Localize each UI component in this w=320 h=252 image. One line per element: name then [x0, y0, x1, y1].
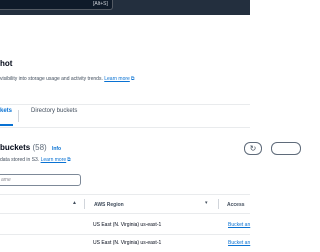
external-link-icon: ⧉ [130, 76, 135, 82]
cell-aws-region: US East (N. Virginia) us-east-1 [93, 240, 162, 246]
table-header [0, 195, 250, 213]
buckets-heading: buckets (58) Info [0, 143, 61, 152]
refresh-icon: ↻ [249, 144, 257, 153]
buckets-description: data stored in S3. Learn more⧉ [0, 157, 71, 163]
storage-lens-learn-more-link[interactable]: Learn more [104, 76, 130, 82]
storage-lens-title: hot [0, 59, 13, 68]
storage-lens-description-text: visibility into storage usage and activi… [0, 76, 103, 82]
sort-ascending-icon[interactable]: ▲ [72, 200, 77, 206]
tab-separator [18, 110, 19, 122]
cell-access[interactable]: Bucket an [228, 222, 250, 228]
buckets-description-text: data stored in S3. [0, 157, 40, 163]
buckets-learn-more-link[interactable]: Learn more [41, 157, 67, 163]
global-search-box[interactable]: [Alt+S] [0, 0, 113, 10]
buckets-title: buckets [0, 143, 31, 152]
refresh-button[interactable]: ↻ [244, 142, 262, 155]
column-separator[interactable] [84, 199, 85, 209]
buckets-count: (58) [32, 143, 47, 152]
cell-access[interactable]: Bucket an [228, 240, 250, 246]
table-header-divider [0, 213, 250, 214]
copy-arn-button[interactable] [271, 142, 301, 155]
cell-aws-region: US East (N. Virginia) us-east-1 [93, 222, 162, 228]
tabs-bottom-divider [0, 127, 250, 128]
tab-directory-buckets[interactable]: Directory buckets [31, 108, 77, 114]
buckets-info-link[interactable]: Info [52, 146, 61, 152]
row-divider [0, 234, 250, 235]
column-separator[interactable] [218, 199, 219, 209]
external-link-icon: ⧉ [67, 157, 71, 163]
column-header-aws-region[interactable]: AWS Region [94, 202, 124, 208]
bucket-type-tabs: kets Directory buckets [0, 104, 250, 126]
storage-lens-description: visibility into storage usage and activi… [0, 76, 134, 82]
tab-general-purpose-buckets[interactable]: kets [0, 108, 12, 114]
table-row: US East (N. Virginia) us-east-1 Bucket a… [0, 218, 250, 234]
search-shortcut-hint: [Alt+S] [93, 1, 108, 7]
bucket-search-input[interactable]: ame [0, 174, 81, 186]
sort-descending-icon[interactable]: ▾ [205, 200, 208, 206]
top-navigation-bar: [Alt+S] [0, 0, 250, 15]
active-tab-indicator [0, 124, 13, 126]
column-header-access[interactable]: Access [227, 202, 245, 208]
